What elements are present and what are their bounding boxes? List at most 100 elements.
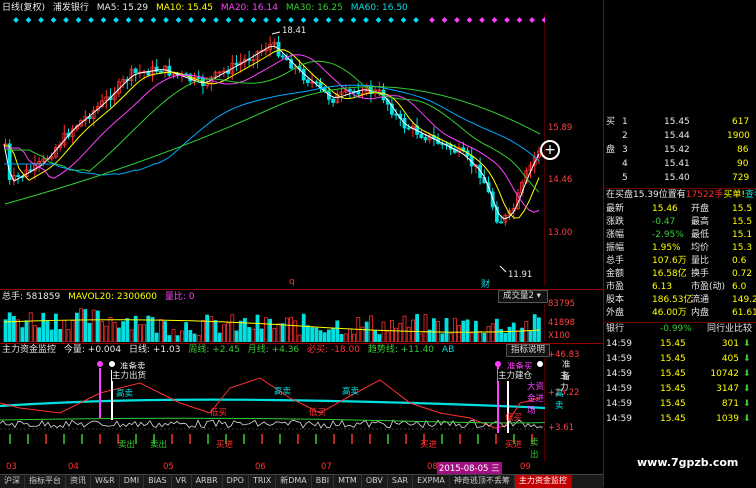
volume-bar bbox=[41, 312, 46, 342]
ma10-readout: MA10: 15.45 bbox=[155, 3, 214, 13]
tab-item[interactable]: 指标平台 bbox=[25, 475, 66, 488]
stat-value: 186.53亿 bbox=[652, 295, 693, 305]
large-order-notice[interactable]: 在买盘15.39位置有17522手买单!查看详 bbox=[604, 188, 756, 202]
candle bbox=[331, 97, 336, 107]
tab-item[interactable]: ARBR bbox=[192, 475, 223, 488]
arrow-down-icon: ⬇ bbox=[743, 369, 751, 379]
tab-item[interactable]: SAR bbox=[388, 475, 414, 488]
date-tick: 04 bbox=[68, 462, 79, 472]
stat-value: 15.46 bbox=[652, 204, 678, 214]
volume-bar bbox=[163, 321, 168, 342]
volume-bar bbox=[503, 333, 508, 342]
tab-item[interactable]: 沪深 bbox=[0, 475, 25, 488]
stat-value: 15.1 bbox=[732, 230, 753, 240]
tab-item[interactable]: MTM bbox=[334, 475, 362, 488]
volume-bar bbox=[486, 326, 491, 342]
volume-bar bbox=[511, 322, 516, 342]
candle bbox=[125, 76, 130, 90]
low-price-label: 11.91 bbox=[508, 270, 533, 280]
annotation-label: 高卖 bbox=[116, 389, 134, 399]
volume-bar bbox=[137, 324, 142, 342]
volume-bar bbox=[28, 312, 33, 342]
volume-bar bbox=[3, 319, 8, 342]
tab-item[interactable]: 新DMA bbox=[276, 475, 312, 488]
volume-bar bbox=[335, 320, 340, 342]
tab-item[interactable]: EXPMA bbox=[413, 475, 450, 488]
annotation-label: 卖出 bbox=[118, 440, 136, 450]
tab-item[interactable]: BIAS bbox=[144, 475, 172, 488]
signal-marker-icon bbox=[250, 17, 257, 23]
tab-item-active[interactable]: 主力资金监控 bbox=[514, 475, 572, 488]
volume-bar bbox=[415, 314, 420, 342]
tick-price: 15.45 bbox=[660, 399, 686, 409]
volume-bar bbox=[368, 315, 373, 342]
tab-item[interactable]: 神奇逃顶不丢筹 bbox=[450, 475, 515, 488]
buy-row[interactable]: 5 15.40 729 bbox=[604, 172, 756, 185]
volume-bar bbox=[263, 317, 268, 342]
volume-bar bbox=[87, 322, 92, 342]
annotation-label: 高卖 bbox=[342, 387, 360, 397]
crosshair-cursor-icon[interactable]: + bbox=[540, 140, 560, 160]
bid-volume: 1900 bbox=[727, 131, 750, 141]
volume-bar bbox=[532, 314, 537, 342]
annotation-label: 买进 bbox=[216, 440, 234, 450]
volume-bar bbox=[343, 333, 348, 342]
arrow-down-icon: ⬇ bbox=[743, 399, 751, 409]
indicator-value: 趋势线: +11.40 bbox=[367, 345, 435, 355]
stat-key: 均价 bbox=[691, 243, 710, 253]
annotation-label: 高卖 bbox=[274, 387, 292, 397]
ma20-readout: MA20: 16.14 bbox=[220, 3, 278, 13]
moving-average-line bbox=[4, 54, 540, 213]
tick-time: 14:59 bbox=[606, 384, 632, 394]
sector-row[interactable]: 银行 -0.99% 同行业比较 bbox=[604, 322, 756, 336]
bid-volume: 90 bbox=[737, 159, 749, 169]
tab-item[interactable]: BBI bbox=[312, 475, 335, 488]
signal-marker-icon bbox=[75, 17, 82, 23]
tab-item[interactable]: DPO bbox=[223, 475, 249, 488]
tab-item[interactable]: 资讯 bbox=[66, 475, 91, 488]
tick-row: 14:59 15.45 1039 ⬇ bbox=[604, 413, 756, 426]
tab-item[interactable]: OBV bbox=[362, 475, 388, 488]
stat-value: 46.00万 bbox=[652, 308, 687, 318]
volume-bar bbox=[79, 308, 83, 342]
compare-sector-button[interactable]: 同行业比较 bbox=[707, 323, 752, 336]
candlestick-chart[interactable] bbox=[0, 14, 545, 286]
price-axis-label: 13.00 bbox=[548, 228, 573, 238]
level-label: 1 bbox=[622, 117, 628, 127]
tab-item[interactable]: TRIX bbox=[249, 475, 277, 488]
stat-value: 15.5 bbox=[732, 204, 753, 214]
tick-price: 15.45 bbox=[660, 384, 686, 394]
volume-bar bbox=[54, 313, 58, 342]
chart-period-label[interactable]: 日线(复权) bbox=[2, 3, 45, 13]
volume-bar bbox=[507, 326, 512, 342]
date-tick: 06 bbox=[255, 462, 266, 472]
tab-item[interactable]: VR bbox=[172, 475, 192, 488]
signal-marker-icon bbox=[263, 17, 269, 23]
volume-bar bbox=[490, 323, 495, 342]
tick-volume: 1039 bbox=[716, 414, 739, 424]
buy-row[interactable]: 盘 3 15.42 86 bbox=[604, 144, 756, 157]
tab-item[interactable]: DMI bbox=[120, 475, 145, 488]
notice-link[interactable]: 查看详 bbox=[745, 190, 756, 200]
buy-row[interactable]: 2 15.44 1900 bbox=[604, 130, 756, 143]
volume-bar bbox=[154, 332, 159, 342]
arrow-down-icon: ⬇ bbox=[743, 354, 751, 364]
candle bbox=[305, 77, 310, 87]
indicator-title[interactable]: 主力资金监控 bbox=[2, 345, 56, 355]
signal-marker-icon bbox=[225, 17, 232, 23]
buy-row[interactable]: 4 15.41 90 bbox=[604, 158, 756, 171]
stat-key: 市盈 bbox=[606, 282, 625, 292]
volume-bar bbox=[452, 317, 457, 342]
volume-axis-label: 41898 bbox=[548, 318, 576, 328]
stat-value: 1.95% bbox=[652, 243, 681, 253]
tick-volume: 405 bbox=[721, 354, 739, 364]
ma60-readout: MA60: 16.50 bbox=[350, 3, 408, 13]
buy-row[interactable]: 买 1 15.45 617 bbox=[604, 116, 756, 129]
volume-bar bbox=[406, 326, 411, 342]
tab-item[interactable]: W&R bbox=[91, 475, 120, 488]
volume-indicator-select[interactable]: 成交量2 ▾ bbox=[498, 290, 548, 303]
tick-time: 14:59 bbox=[606, 339, 632, 349]
indicator-help-button[interactable]: 指标说明 bbox=[506, 344, 551, 357]
volume-bar bbox=[402, 315, 407, 342]
annotation-label: 低买 bbox=[210, 408, 228, 418]
